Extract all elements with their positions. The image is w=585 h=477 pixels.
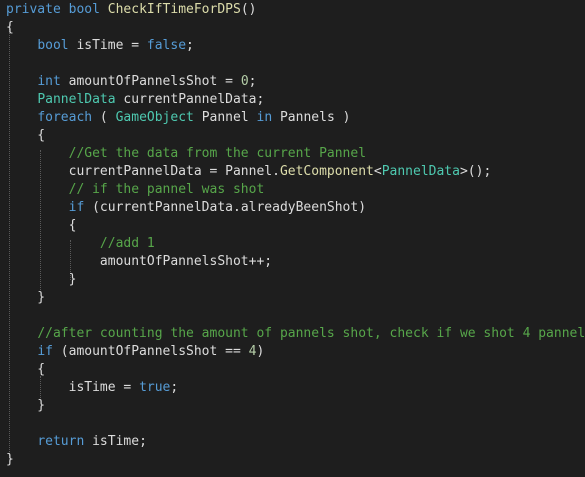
code-token-plain: < xyxy=(373,164,382,179)
code-token-plain: (amountOfPannelsShot == xyxy=(52,344,249,359)
code-token-keyword: bool xyxy=(68,2,100,17)
code-editor[interactable]: private bool CheckIfTimeForDPS(){ bool i… xyxy=(0,0,585,477)
code-token-type: PannelData xyxy=(381,164,460,179)
code-token-type: PannelData xyxy=(37,92,116,107)
code-token-punct: } xyxy=(6,272,77,287)
code-token-punct: { xyxy=(6,128,46,143)
code-token-punct: { xyxy=(6,218,77,233)
code-line[interactable] xyxy=(0,415,585,433)
code-line[interactable]: if (currentPannelData.alreadyBeenShot) xyxy=(0,199,585,217)
code-line[interactable]: // if the pannel was shot xyxy=(0,181,585,199)
code-line[interactable]: currentPannelData = Pannel.GetComponent<… xyxy=(0,163,585,181)
code-line[interactable]: { xyxy=(0,217,585,235)
code-token-plain: ( xyxy=(92,110,116,125)
code-line[interactable]: return isTime; xyxy=(0,433,585,451)
code-line[interactable]: } xyxy=(0,451,585,469)
code-line[interactable]: } xyxy=(0,271,585,289)
code-line[interactable]: } xyxy=(0,289,585,307)
code-line[interactable]: if (amountOfPannelsShot == 4) xyxy=(0,343,585,361)
code-token-keyword: bool xyxy=(37,38,69,53)
code-token-punct: } xyxy=(6,398,46,413)
code-token-punct: ; xyxy=(248,74,257,89)
code-token-plain: isTime; xyxy=(84,434,147,449)
code-token-punct: { xyxy=(6,20,14,35)
code-token-keyword: if xyxy=(68,200,85,215)
code-token-plain: >(); xyxy=(459,164,492,179)
code-token-keyword: private xyxy=(6,2,61,17)
code-line[interactable]: //Get the data from the current Pannel xyxy=(0,145,585,163)
code-token-plain: (currentPannelData.alreadyBeenShot) xyxy=(84,200,367,215)
code-token-plain: Pannel xyxy=(193,110,257,125)
code-line[interactable]: { xyxy=(0,19,585,37)
code-token-comment: //Get the data from the current Pannel xyxy=(68,146,367,161)
code-token-plain: isTime = xyxy=(6,380,140,395)
code-token-number: 0 xyxy=(240,74,249,89)
code-token-method: CheckIfTimeForDPS xyxy=(107,2,241,17)
code-token-punct: { xyxy=(6,362,46,377)
code-token-type: GameObject xyxy=(115,110,194,125)
code-token-comment: //after counting the amount of pannels s… xyxy=(37,326,585,341)
code-line[interactable]: PannelData currentPannelData; xyxy=(0,91,585,109)
code-token-keyword: int xyxy=(37,74,61,89)
code-token-punct: ; xyxy=(186,38,194,53)
code-line[interactable]: amountOfPannelsShot++; xyxy=(0,253,585,271)
code-token-plain: isTime = xyxy=(68,38,147,53)
code-line[interactable]: //after counting the amount of pannels s… xyxy=(0,325,585,343)
code-token-keyword: true xyxy=(139,380,171,395)
code-line[interactable] xyxy=(0,307,585,325)
code-line[interactable]: int amountOfPannelsShot = 0; xyxy=(0,73,585,91)
code-token-keyword: return xyxy=(37,434,85,449)
code-line[interactable]: isTime = true; xyxy=(0,379,585,397)
code-line[interactable]: } xyxy=(0,397,585,415)
code-token-punct: () xyxy=(240,2,257,17)
code-token-plain: amountOfPannelsShot++; xyxy=(6,254,273,269)
code-token-method: GetComponent xyxy=(279,164,374,179)
code-token-comment: // if the pannel was shot xyxy=(68,182,265,197)
code-token-keyword: if xyxy=(37,344,53,359)
code-token-plain: Pannels ) xyxy=(272,110,351,125)
code-token-punct: } xyxy=(6,290,46,305)
code-line[interactable]: foreach ( GameObject Pannel in Pannels ) xyxy=(0,109,585,127)
code-token-punct: ; xyxy=(170,380,179,395)
code-line[interactable]: //add 1 xyxy=(0,235,585,253)
code-token-plain: ) xyxy=(256,344,265,359)
code-line[interactable]: private bool CheckIfTimeForDPS() xyxy=(0,1,585,19)
code-token-comment: //add 1 xyxy=(99,236,155,251)
code-token-keyword: in xyxy=(256,110,273,125)
code-token-keyword: false xyxy=(146,38,187,53)
code-token-plain: currentPannelData; xyxy=(115,92,265,107)
code-token-plain: amountOfPannelsShot = xyxy=(60,74,241,89)
code-token-plain: currentPannelData = Pannel. xyxy=(6,164,280,179)
code-line[interactable] xyxy=(0,55,585,73)
code-token-punct: } xyxy=(6,452,14,467)
code-line[interactable]: { xyxy=(0,361,585,379)
code-token-keyword: foreach xyxy=(37,110,93,125)
code-line[interactable]: { xyxy=(0,127,585,145)
code-line[interactable]: bool isTime = false; xyxy=(0,37,585,55)
